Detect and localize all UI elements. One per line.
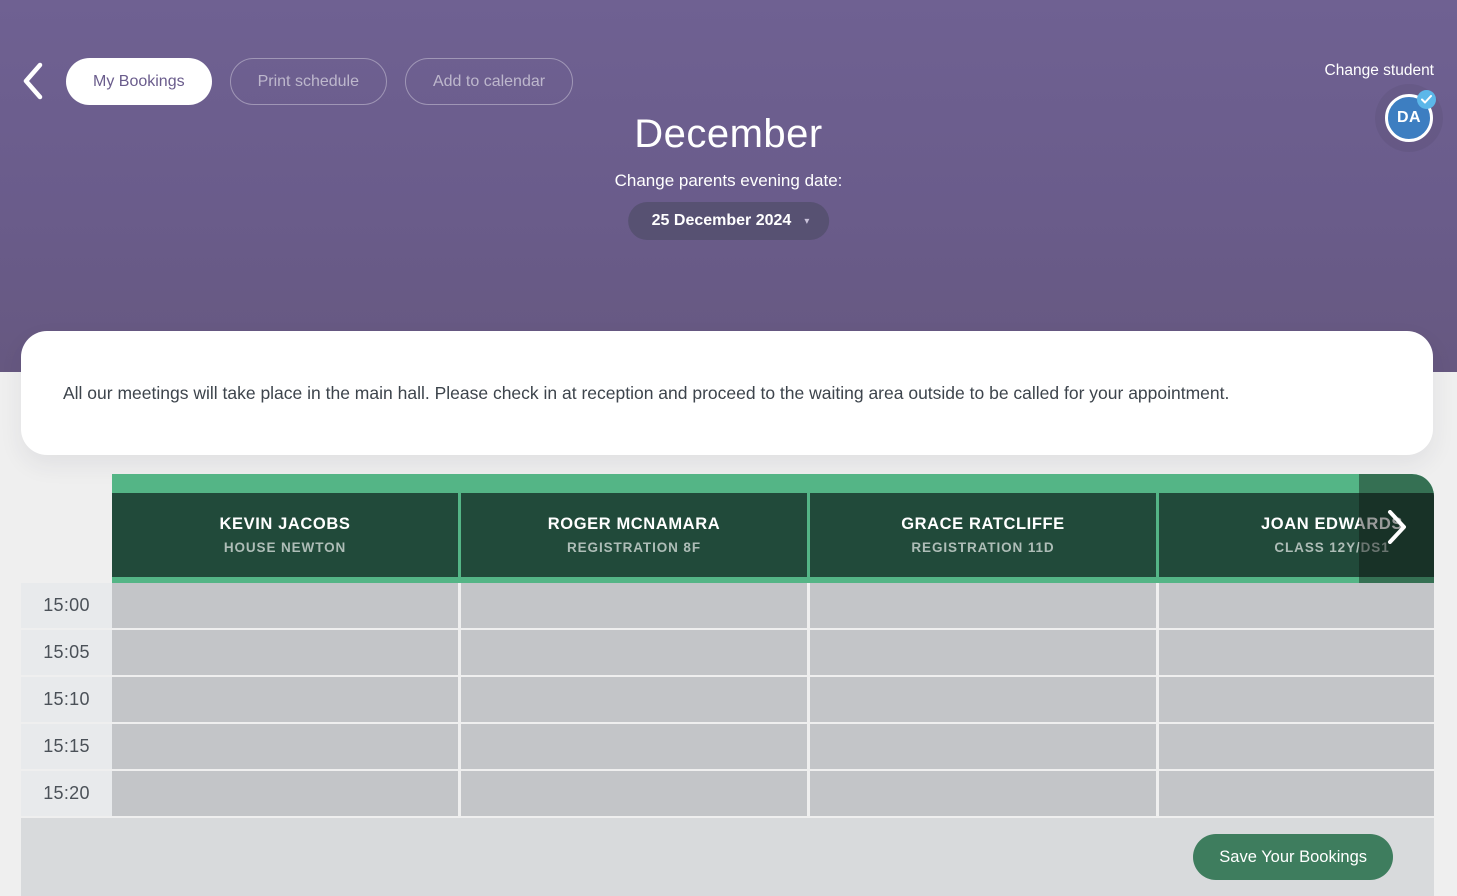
chevron-down-icon: ▾ bbox=[804, 216, 809, 227]
change-student-label: Change student bbox=[1325, 62, 1434, 80]
chevron-left-icon bbox=[21, 62, 45, 103]
teacher-column-grace-ratcliffe[interactable]: GRACE RATCLIFFE REGISTRATION 11D bbox=[810, 493, 1156, 577]
time-row-1510: 15:10 bbox=[21, 677, 1434, 722]
slot-row bbox=[112, 583, 1434, 628]
change-date-label: Change parents evening date: bbox=[0, 171, 1457, 191]
slot-cell[interactable] bbox=[112, 677, 458, 722]
page-title: December bbox=[0, 112, 1457, 157]
slot-cell[interactable] bbox=[461, 677, 807, 722]
schedule-footer: Save Your Bookings bbox=[21, 818, 1434, 896]
tab-print-schedule[interactable]: Print schedule bbox=[230, 58, 387, 105]
time-label: 15:10 bbox=[21, 677, 112, 722]
teacher-name: ROGER MCNAMARA bbox=[548, 515, 720, 534]
slot-cell[interactable] bbox=[461, 771, 807, 816]
slot-cell[interactable] bbox=[810, 630, 1156, 675]
time-row-1520: 15:20 bbox=[21, 771, 1434, 816]
slot-row bbox=[112, 771, 1434, 816]
tab-add-to-calendar[interactable]: Add to calendar bbox=[405, 58, 573, 105]
teacher-group: REGISTRATION 11D bbox=[911, 540, 1054, 555]
teacher-name: GRACE RATCLIFFE bbox=[901, 515, 1065, 534]
date-selector-value: 25 December 2024 bbox=[652, 212, 792, 230]
slot-cell[interactable] bbox=[1159, 677, 1434, 722]
slot-cell[interactable] bbox=[461, 630, 807, 675]
tab-row: My Bookings Print schedule Add to calend… bbox=[66, 58, 573, 105]
slot-cell[interactable] bbox=[112, 724, 458, 769]
teacher-group: REGISTRATION 8F bbox=[567, 540, 701, 555]
slot-cell[interactable] bbox=[810, 724, 1156, 769]
slot-cell[interactable] bbox=[112, 771, 458, 816]
slot-cell[interactable] bbox=[1159, 724, 1434, 769]
teacher-column-kevin-jacobs[interactable]: KEVIN JACOBS HOUSE NEWTON bbox=[112, 493, 458, 577]
slot-row bbox=[112, 677, 1434, 722]
slot-cell[interactable] bbox=[461, 583, 807, 628]
teacher-header-bar: KEVIN JACOBS HOUSE NEWTON ROGER MCNAMARA… bbox=[112, 474, 1434, 583]
time-label: 15:05 bbox=[21, 630, 112, 675]
booking-grid: 15:00 15:05 15:10 bbox=[21, 583, 1434, 816]
scroll-teachers-right-button[interactable] bbox=[1359, 474, 1434, 583]
slot-cell[interactable] bbox=[810, 771, 1156, 816]
teacher-column-roger-mcnamara[interactable]: ROGER MCNAMARA REGISTRATION 8F bbox=[461, 493, 807, 577]
back-button[interactable] bbox=[14, 60, 52, 104]
time-row-1505: 15:05 bbox=[21, 630, 1434, 675]
slot-cell[interactable] bbox=[1159, 630, 1434, 675]
notice-card: All our meetings will take place in the … bbox=[21, 331, 1433, 455]
date-selector[interactable]: 25 December 2024 ▾ bbox=[628, 202, 830, 240]
time-label: 15:00 bbox=[21, 583, 112, 628]
hero-header: My Bookings Print schedule Add to calend… bbox=[0, 0, 1457, 372]
notice-text: All our meetings will take place in the … bbox=[63, 381, 1229, 406]
time-row-1515: 15:15 bbox=[21, 724, 1434, 769]
teacher-columns: KEVIN JACOBS HOUSE NEWTON ROGER MCNAMARA… bbox=[112, 474, 1434, 583]
slot-cell[interactable] bbox=[1159, 771, 1434, 816]
slot-cell[interactable] bbox=[1159, 583, 1434, 628]
slot-row bbox=[112, 630, 1434, 675]
teacher-group: HOUSE NEWTON bbox=[224, 540, 346, 555]
teacher-name: KEVIN JACOBS bbox=[220, 515, 351, 534]
avatar-selected-badge bbox=[1417, 90, 1436, 109]
slot-cell[interactable] bbox=[810, 677, 1156, 722]
tab-my-bookings[interactable]: My Bookings bbox=[66, 58, 212, 105]
time-label: 15:15 bbox=[21, 724, 112, 769]
slot-cell[interactable] bbox=[461, 724, 807, 769]
slot-cell[interactable] bbox=[112, 583, 458, 628]
slot-row bbox=[112, 724, 1434, 769]
slot-cell[interactable] bbox=[810, 583, 1156, 628]
save-bookings-button[interactable]: Save Your Bookings bbox=[1193, 834, 1393, 880]
time-row-1500: 15:00 bbox=[21, 583, 1434, 628]
slot-cell[interactable] bbox=[112, 630, 458, 675]
time-label: 15:20 bbox=[21, 771, 112, 816]
check-icon bbox=[1421, 91, 1432, 109]
chevron-right-icon bbox=[1387, 510, 1407, 547]
parents-evening-booking-page: My Bookings Print schedule Add to calend… bbox=[0, 0, 1457, 896]
